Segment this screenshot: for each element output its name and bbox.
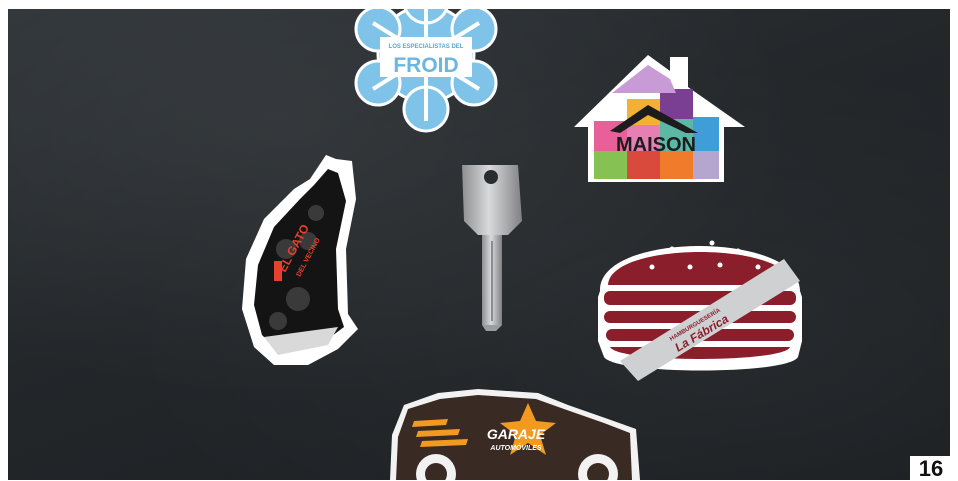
house-brand: MAISON xyxy=(616,134,696,156)
car-magnet: GARAJE AUTOMÓVILES xyxy=(390,389,640,480)
snowflake-magnet: LOS ESPECIALISTAS DEL FROID xyxy=(354,9,498,133)
page-number: 16 xyxy=(910,456,952,480)
snowflake-brand: FROID xyxy=(393,54,458,77)
burger-magnet: HAMBURGUESERÍA La Fábrica xyxy=(598,240,802,381)
key xyxy=(462,165,522,331)
page: LOS ESPECIALISTAS DEL FROID MAISON EL GA… xyxy=(0,0,958,480)
snowflake-tagline: LOS ESPECIALISTAS DEL xyxy=(389,44,464,50)
house-magnet: MAISON xyxy=(574,55,745,182)
car-brand-line1: GARAJE xyxy=(487,426,546,442)
photo-illustration: LOS ESPECIALISTAS DEL FROID MAISON EL GA… xyxy=(242,9,802,480)
car-brand-line2: AUTOMÓVILES xyxy=(489,443,542,452)
cat-magnet: EL GATO DEL VECINO xyxy=(242,155,358,365)
product-photo: LOS ESPECIALISTAS DEL FROID MAISON EL GA… xyxy=(8,9,950,480)
